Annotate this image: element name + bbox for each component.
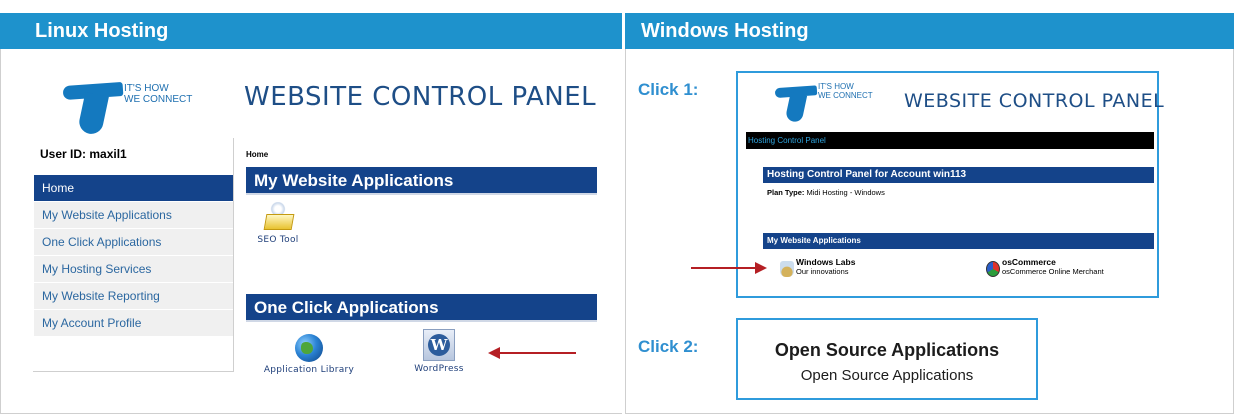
logo-tagline-small: IT'S HOW WE CONNECT	[818, 82, 873, 100]
application-library-label: Application Library	[263, 365, 355, 375]
nav-item-my-website-applications[interactable]: My Website Applications	[34, 202, 233, 229]
wordpress-app[interactable]: W WordPress	[404, 329, 474, 374]
nav-item-one-click-applications[interactable]: One Click Applications	[34, 229, 233, 256]
seo-tool-app[interactable]: SEO Tool	[249, 202, 307, 245]
my-website-applications-bar: My Website Applications	[763, 233, 1154, 249]
website-control-panel-title-small: WEBSITE CONTROL PANEL	[904, 90, 1165, 112]
website-control-panel-title: WEBSITE CONTROL PANEL	[244, 82, 597, 112]
plan-type-label: Plan Type:	[767, 188, 805, 197]
nav-item-my-hosting-services[interactable]: My Hosting Services	[34, 256, 233, 283]
oscommerce-icon	[986, 261, 1000, 277]
plan-type: Plan Type: Midi Hosting - Windows	[767, 188, 885, 197]
open-source-applications-subtitle: Open Source Applications	[800, 367, 974, 384]
arrow-to-windows-labs	[691, 262, 767, 274]
open-source-applications-title: Open Source Applications	[774, 340, 1000, 360]
application-library-app[interactable]: Application Library	[259, 334, 359, 375]
seo-tool-icon	[261, 202, 295, 232]
wordpress-icon: W	[423, 329, 455, 361]
account-heading: Hosting Control Panel for Account win113	[763, 167, 1154, 183]
windows-hosting-header: Windows Hosting	[625, 13, 1234, 49]
oscommerce-title: osCommerce	[1002, 257, 1056, 267]
breadcrumb[interactable]: Home	[246, 150, 268, 159]
nav-item-my-account-profile[interactable]: My Account Profile	[34, 310, 233, 337]
nav-item-my-website-reporting[interactable]: My Website Reporting	[34, 283, 233, 310]
hosting-control-panel-bar[interactable]: Hosting Control Panel	[746, 132, 1154, 149]
sidebar-nav: Home My Website Applications One Click A…	[34, 175, 233, 337]
logo-tagline: IT'S HOW WE CONNECT	[124, 83, 193, 105]
nav-item-home[interactable]: Home	[34, 175, 233, 202]
globe-icon	[295, 334, 323, 362]
my-website-applications-heading: My Website Applications	[246, 167, 597, 195]
wordpress-label: WordPress	[414, 364, 464, 374]
click-1-label: Click 1:	[638, 80, 699, 99]
windows-labs-app[interactable]: Windows Labs Our innovations	[780, 257, 856, 277]
plan-type-value: Midi Hosting - Windows	[806, 188, 885, 197]
windows-labs-title: Windows Labs	[796, 257, 856, 267]
windows-labs-desc: Our innovations	[796, 267, 849, 276]
linux-hosting-header: Linux Hosting	[0, 13, 622, 49]
open-source-applications-screenshot[interactable]: Open Source Applications Open Source App…	[736, 318, 1038, 400]
windows-control-panel-screenshot: IT'S HOW WE CONNECT WEBSITE CONTROL PANE…	[736, 71, 1164, 298]
click-2-label: Click 2:	[638, 337, 699, 356]
arrow-to-wordpress	[488, 347, 576, 359]
user-id-label: User ID: maxil1	[40, 147, 127, 161]
oscommerce-desc: osCommerce Online Merchant	[1002, 267, 1104, 276]
seo-tool-label: SEO Tool	[257, 235, 299, 245]
oscommerce-app[interactable]: osCommerce osCommerce Online Merchant	[986, 257, 1104, 277]
windows-labs-icon	[780, 261, 794, 277]
telstra-logo-small-icon	[774, 84, 818, 124]
telstra-logo-icon	[62, 80, 124, 137]
one-click-applications-heading: One Click Applications	[246, 294, 597, 322]
